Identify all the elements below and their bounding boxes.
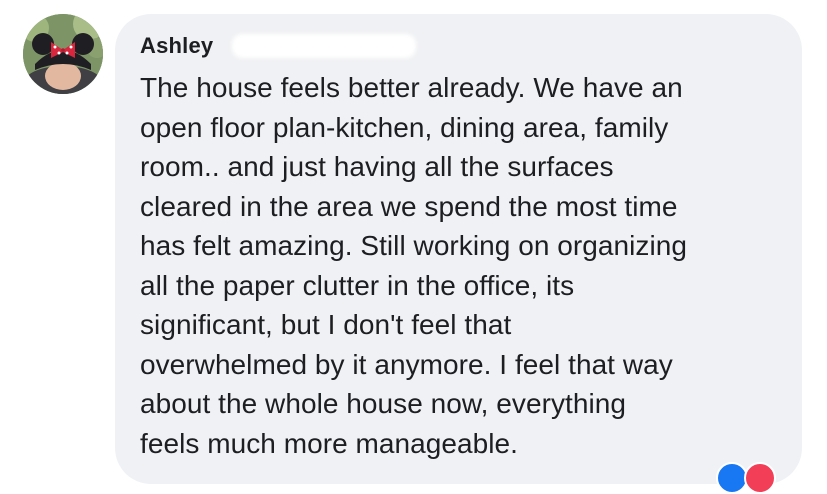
comment-line: The house feels better already. We have … <box>140 72 683 103</box>
comment-line: about the whole house now, everything <box>140 388 626 419</box>
comment-line: has felt amazing. Still working on organ… <box>140 230 687 261</box>
comment-line: cleared in the area we spend the most ti… <box>140 190 678 222</box>
comment-header: Ashley <box>140 32 782 60</box>
comment-line: feels much more manageable. <box>140 427 518 459</box>
comment-text: The house feels better already. We have … <box>140 68 782 463</box>
comment-line: room.. and just having all the surfaces <box>140 151 614 182</box>
comment-author-name[interactable]: Ashley <box>140 33 213 58</box>
comment-bubble: Ashley The house feels better already. W… <box>115 14 802 484</box>
comment-line: all the paper clutter in the office, its <box>140 269 575 301</box>
author-name-redaction <box>232 34 416 58</box>
comment-line: open floor plan-kitchen, dining area, fa… <box>140 111 669 143</box>
avatar[interactable] <box>23 14 103 94</box>
comment-line: significant, but I don't feel that <box>140 309 512 340</box>
profile-photo-icon <box>23 14 103 94</box>
love-reaction-icon[interactable] <box>744 462 776 494</box>
comment-line: overwhelmed by it anymore. I feel that w… <box>140 348 673 380</box>
